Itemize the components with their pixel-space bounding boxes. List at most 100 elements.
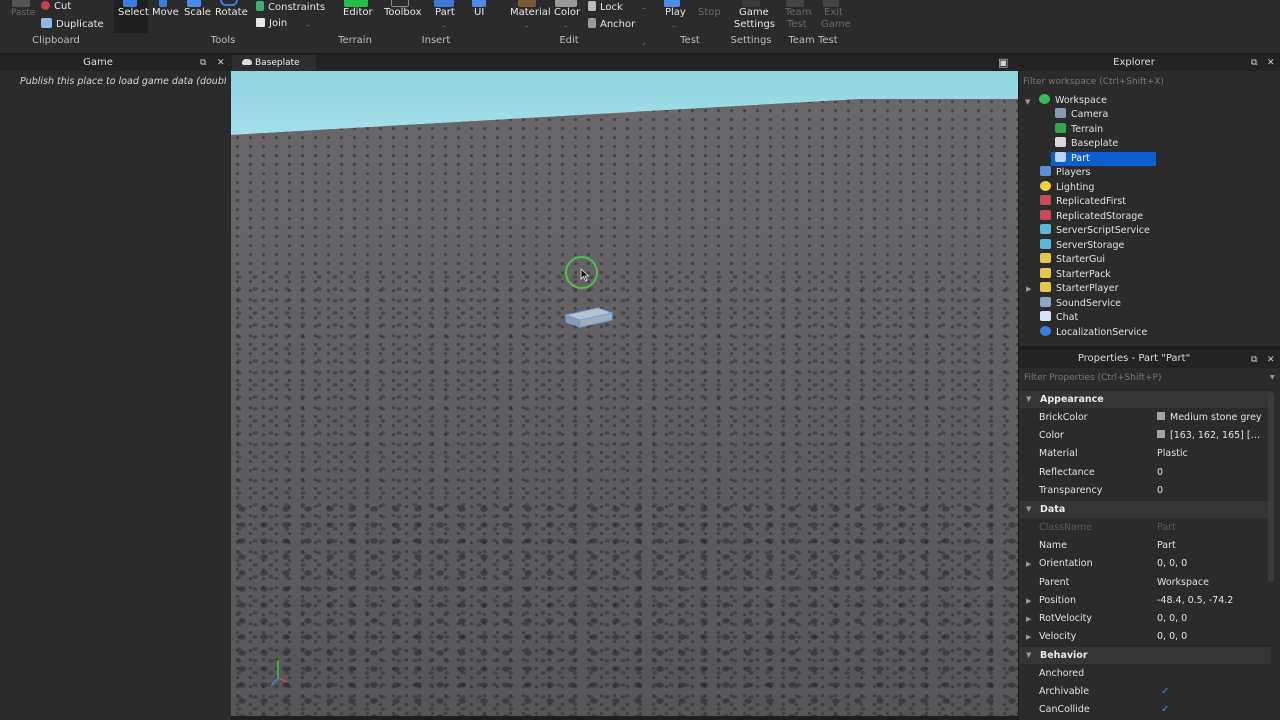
play-button[interactable]: Play — [665, 7, 686, 18]
explorer-item-camera[interactable]: Camera — [1055, 108, 1108, 122]
explorer-item-players[interactable]: Players — [1040, 166, 1091, 180]
anchor-button[interactable]: Anchor — [588, 18, 635, 30]
properties-scrollbar[interactable] — [1268, 392, 1274, 582]
properties-close-icon[interactable]: ✕ — [1267, 354, 1275, 366]
tools-group-label: Tools — [210, 35, 236, 46]
stop-button[interactable]: Stop — [698, 7, 721, 18]
filter-dropdown-icon[interactable]: ▼ — [1270, 374, 1275, 381]
prop-row-rotvelocity[interactable]: RotVelocity 0, 0, 0 — [1019, 610, 1271, 628]
settings-group-label: Settings — [730, 35, 772, 46]
explorer-item-soundservice[interactable]: SoundService — [1040, 297, 1121, 311]
prop-row-position[interactable]: Position -48.4, 0.5, -74.2 — [1019, 592, 1271, 610]
lock-button[interactable]: Lock — [588, 1, 623, 13]
explorer-float-icon[interactable]: ⧉ — [1251, 57, 1257, 69]
test-group-label: Test — [680, 35, 700, 46]
prop-row-name[interactable]: Name Part — [1019, 537, 1271, 555]
explorer-filter-input[interactable]: Filter workspace (Ctrl+Shift+X) — [1019, 74, 1280, 90]
explorer-item-serverstorage[interactable]: ServerStorage — [1040, 239, 1124, 253]
game-panel-close-icon[interactable]: ✕ — [217, 57, 225, 69]
prop-row-parent[interactable]: Parent Workspace — [1019, 574, 1271, 592]
data-collapse-icon[interactable]: ▼ — [1026, 505, 1031, 513]
color-dropdown-icon[interactable]: – — [564, 22, 568, 30]
prop-row-transparency[interactable]: Transparency 0 — [1019, 482, 1271, 500]
explorer-item-replicatedstorage[interactable]: ReplicatedStorage — [1040, 210, 1143, 224]
game-settings-button-line2[interactable]: Settings — [734, 19, 775, 30]
join-dropdown-icon[interactable]: – — [306, 21, 310, 29]
part-icon — [1055, 152, 1066, 162]
explorer-item-localizationservice[interactable]: LocalizationService — [1040, 326, 1147, 340]
game-settings-button-line1[interactable]: Game — [739, 7, 769, 18]
exit-game-button-line1[interactable]: Exit — [824, 7, 843, 18]
section-appearance[interactable]: Appearance — [1019, 391, 1271, 408]
select-cursor-icon — [123, 0, 137, 7]
cancollide-checkbox[interactable]: ✓ — [1161, 701, 1271, 719]
camera-icon — [1055, 108, 1066, 118]
explorer-item-serverscriptservice[interactable]: ServerScriptService — [1040, 224, 1150, 238]
cut-button[interactable]: Cut — [41, 1, 71, 12]
lock-dropdown-icon[interactable]: – — [642, 4, 646, 12]
material-button[interactable]: Material — [510, 7, 551, 18]
prop-row-velocity[interactable]: Velocity 0, 0, 0 — [1019, 628, 1271, 646]
archivable-checkbox[interactable]: ✓ — [1161, 683, 1271, 701]
rotate-button[interactable]: Rotate — [215, 7, 248, 18]
explorer-item-baseplate[interactable]: Baseplate — [1055, 137, 1118, 151]
paste-button[interactable]: Paste — [11, 8, 35, 18]
selected-part-block[interactable] — [564, 305, 614, 329]
material-dropdown-icon[interactable]: – — [525, 22, 529, 30]
workspace-collapse-icon[interactable]: ▼ — [1025, 98, 1030, 106]
prop-row-anchored[interactable]: Anchored — [1019, 665, 1271, 683]
prop-row-color[interactable]: Color[163, 162, 165] [Med... — [1019, 427, 1271, 445]
terrain-icon — [1055, 123, 1066, 133]
explorer-item-starterplayer[interactable]: StarterPlayer — [1040, 282, 1119, 296]
prop-row-archivable[interactable]: Archivable ✓ — [1019, 683, 1271, 701]
duplicate-button[interactable]: Duplicate — [41, 18, 104, 30]
prop-row-reflectance[interactable]: Reflectance 0 — [1019, 464, 1271, 482]
explorer-item-startergui[interactable]: StarterGui — [1040, 253, 1105, 267]
team-test-button-line1[interactable]: Team — [785, 7, 811, 18]
players-icon — [1040, 166, 1051, 176]
publish-message[interactable]: Publish this place to load game data (do… — [20, 76, 226, 87]
explorer-panel: Filter workspace (Ctrl+Shift+X) ▼ Worksp… — [1019, 71, 1280, 346]
viewport-layout-icon[interactable]: ▣ — [998, 57, 1008, 69]
tab-baseplate[interactable]: Baseplate ✕ — [232, 55, 316, 84]
explorer-item-terrain[interactable]: Terrain — [1055, 123, 1103, 137]
appearance-collapse-icon[interactable]: ▼ — [1026, 395, 1031, 403]
explorer-item-lighting[interactable]: Lighting — [1040, 181, 1094, 195]
team-test-button-line2[interactable]: Test — [787, 19, 807, 30]
explorer-item-starterpack[interactable]: StarterPack — [1040, 268, 1111, 282]
section-behavior[interactable]: Behavior — [1019, 647, 1271, 664]
explorer-item-part[interactable]: Part — [1051, 152, 1156, 166]
part-button[interactable]: Part — [435, 7, 455, 18]
starterplayer-expand-icon[interactable]: ▶ — [1026, 285, 1031, 293]
explorer-item-chat[interactable]: Chat — [1040, 311, 1078, 325]
ui-button[interactable]: UI — [474, 7, 484, 18]
edit-expand-icon[interactable]: ⌟ — [642, 38, 645, 46]
prop-row-brickcolor[interactable]: BrickColor Medium stone grey — [1019, 409, 1271, 427]
move-button[interactable]: Move — [152, 7, 179, 18]
select-button[interactable]: Select — [118, 7, 149, 18]
exit-game-button-line2[interactable]: Game — [821, 19, 851, 30]
color-button[interactable]: Color — [554, 7, 580, 18]
replicated-icon — [1040, 195, 1051, 205]
terrain-editor-button[interactable]: Editor — [343, 7, 373, 18]
game-panel-float-icon[interactable]: ⧉ — [200, 57, 206, 69]
explorer-item-workspace[interactable]: Workspace — [1039, 94, 1107, 108]
explorer-close-icon[interactable]: ✕ — [1267, 57, 1275, 69]
behavior-collapse-icon[interactable]: ▼ — [1026, 651, 1031, 659]
prop-row-cancollide[interactable]: CanCollide ✓ — [1019, 701, 1271, 719]
prop-row-orientation[interactable]: Orientation 0, 0, 0 — [1019, 555, 1271, 573]
scale-button[interactable]: Scale — [184, 7, 211, 18]
part-dropdown-icon[interactable]: – — [442, 22, 446, 30]
constraints-button[interactable]: Constraints — [256, 1, 325, 13]
properties-filter-input[interactable]: Filter Properties (Ctrl+Shift+P) — [1019, 370, 1280, 386]
join-toggle[interactable]: Join — [256, 18, 287, 29]
3d-viewport[interactable] — [231, 71, 1018, 716]
section-data[interactable]: Data — [1019, 501, 1271, 518]
play-dropdown-icon[interactable]: – — [672, 22, 676, 30]
panel-tab-strip: Game ⧉ ✕ Baseplate ✕ ▣ Explorer ⧉ ✕ — [0, 55, 1280, 84]
game-settings-icon — [742, 0, 760, 7]
properties-float-icon[interactable]: ⧉ — [1251, 354, 1257, 366]
explorer-item-replicatedfirst[interactable]: ReplicatedFirst — [1040, 195, 1126, 209]
prop-row-material[interactable]: Material Plastic — [1019, 445, 1271, 463]
toolbox-button[interactable]: Toolbox — [384, 7, 422, 18]
